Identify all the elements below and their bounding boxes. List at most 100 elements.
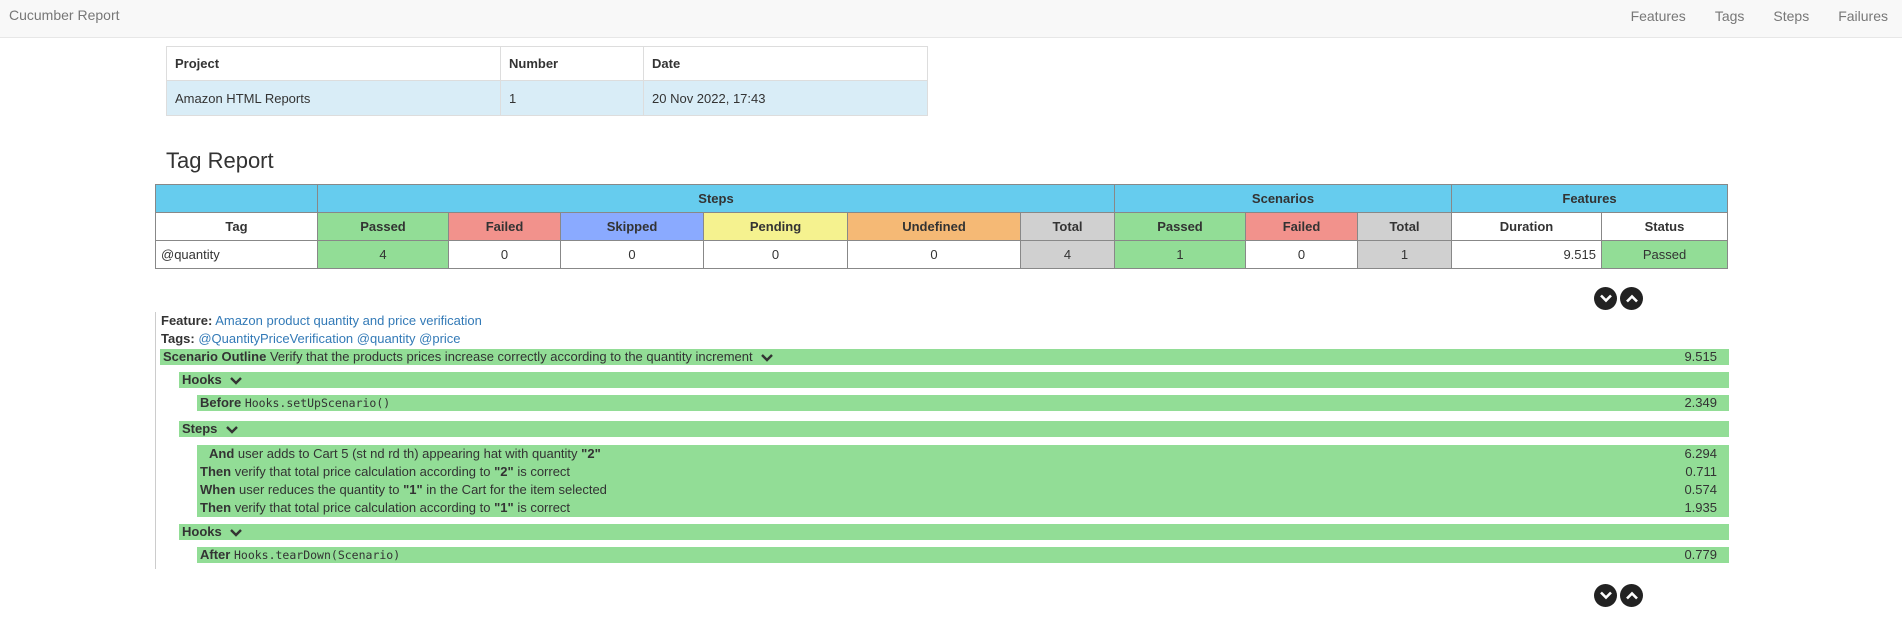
chevron-down-icon[interactable] — [229, 528, 243, 538]
nav-item-features[interactable]: Features — [1616, 0, 1700, 38]
scenario-duration: 9.515 — [1684, 349, 1717, 364]
step-duration: 1.935 — [1684, 500, 1717, 515]
expand-all-button[interactable] — [1594, 584, 1617, 607]
number-value: 1 — [500, 80, 644, 116]
step-duration: 0.574 — [1684, 482, 1717, 497]
steps-toggle[interactable]: Steps — [179, 421, 1729, 437]
tag-link[interactable]: @quantity — [357, 331, 416, 346]
before-hook-row: Before Hooks.setUpScenario() 2.349 — [197, 395, 1729, 411]
feature-label: Feature: — [161, 313, 213, 328]
feature-section: Feature: Amazon product quantity and pri… — [155, 312, 1729, 569]
tag-stats-table: Steps Scenarios Features Tag Passed Fail… — [155, 184, 1728, 269]
brand-title[interactable]: Cucumber Report — [9, 7, 120, 23]
chevron-up-icon — [1625, 294, 1638, 303]
feature-name-link[interactable]: Amazon product quantity and price verifi… — [215, 313, 482, 328]
collapse-all-button[interactable] — [1620, 584, 1643, 607]
list-item: Then verify that total price calculation… — [200, 463, 1729, 481]
expand-collapse-controls-top — [1594, 287, 1643, 310]
steps-skipped-cell: 0 — [560, 240, 704, 269]
tag-link[interactable]: @quantity — [155, 240, 318, 269]
steps-group-header: Steps — [317, 184, 1115, 213]
table-row: @quantity 4 0 0 0 0 4 1 0 1 9.515 Passed — [155, 240, 1728, 269]
nav-item-failures[interactable]: Failures — [1823, 0, 1902, 38]
step-text: verify that total price calculation acco… — [234, 464, 491, 479]
scenarios-passed-cell: 1 — [1114, 240, 1246, 269]
col-scenarios-passed[interactable]: Passed — [1114, 212, 1246, 241]
col-steps-undefined[interactable]: Undefined — [847, 212, 1021, 241]
steps-total-cell: 4 — [1020, 240, 1115, 269]
steps-list: And user adds to Cart 5 (st nd rd th) ap… — [197, 445, 1729, 517]
hooks-after-toggle[interactable]: Hooks — [179, 524, 1729, 540]
project-info-header-row: Project Number Date — [166, 46, 928, 81]
expand-all-button[interactable] — [1594, 287, 1617, 310]
duration-cell: 9.515 — [1451, 240, 1602, 269]
tag-link[interactable]: @QuantityPriceVerification — [198, 331, 353, 346]
after-keyword: After — [200, 547, 231, 562]
status-cell: Passed — [1601, 240, 1728, 269]
step-argument: "1" — [494, 500, 514, 515]
scenarios-failed-cell: 0 — [1245, 240, 1358, 269]
steps-undefined-cell: 0 — [847, 240, 1021, 269]
project-info-row: Amazon HTML Reports 1 20 Nov 2022, 17:43 — [166, 80, 928, 116]
col-scenarios-total[interactable]: Total — [1357, 212, 1452, 241]
step-keyword: Then — [200, 464, 232, 479]
project-header: Project — [166, 46, 501, 81]
step-text: user adds to Cart 5 (st nd rd th) appear… — [237, 446, 578, 461]
step-text-suffix: in the Cart for the item selected — [426, 482, 607, 497]
tag-link[interactable]: @price — [419, 331, 460, 346]
feature-line: Feature: Amazon product quantity and pri… — [161, 313, 482, 328]
tags-label: Tags: — [161, 331, 195, 346]
page-title: Tag Report — [166, 148, 274, 173]
scenario-name: Verify that the products prices increase… — [269, 349, 753, 364]
col-scenarios-failed[interactable]: Failed — [1245, 212, 1358, 241]
col-tag[interactable]: Tag — [155, 212, 318, 241]
col-steps-failed[interactable]: Failed — [448, 212, 561, 241]
step-argument: "1" — [403, 482, 423, 497]
scenario-keyword: Scenario Outline — [163, 349, 267, 364]
hooks-before-toggle[interactable]: Hooks — [179, 372, 1729, 388]
steps-pending-cell: 0 — [703, 240, 848, 269]
steps-failed-cell: 0 — [448, 240, 561, 269]
list-item: When user reduces the quantity to "1" in… — [200, 481, 1729, 499]
chevron-down-icon[interactable] — [760, 353, 774, 363]
col-steps-pending[interactable]: Pending — [703, 212, 848, 241]
step-keyword: And — [209, 446, 235, 461]
expand-collapse-controls-bottom — [1594, 584, 1643, 607]
chevron-down-icon[interactable] — [225, 425, 239, 435]
collapse-all-button[interactable] — [1620, 287, 1643, 310]
step-argument: "2" — [494, 464, 514, 479]
stats-blank-header — [155, 184, 318, 213]
step-text-suffix: is correct — [517, 464, 571, 479]
col-steps-passed[interactable]: Passed — [317, 212, 449, 241]
scenarios-total-cell: 1 — [1357, 240, 1452, 269]
steps-passed-cell: 4 — [317, 240, 449, 269]
navbar: Cucumber Report Features Tags Steps Fail… — [0, 0, 1902, 38]
list-item: Then verify that total price calculation… — [200, 499, 1729, 517]
scenario-header[interactable]: Scenario Outline Verify that the product… — [160, 349, 1729, 365]
step-argument: "2" — [581, 446, 601, 461]
stats-column-header-row: Tag Passed Failed Skipped Pending Undefi… — [155, 212, 1728, 241]
col-status[interactable]: Status — [1601, 212, 1728, 241]
chevron-down-icon[interactable] — [229, 376, 243, 386]
hooks-label: Hooks — [182, 372, 222, 387]
col-duration[interactable]: Duration — [1451, 212, 1602, 241]
nav-item-tags[interactable]: Tags — [1700, 0, 1759, 38]
nav-item-steps[interactable]: Steps — [1758, 0, 1823, 38]
tags-line: Tags: @QuantityPriceVerification @quanti… — [161, 331, 461, 346]
number-header: Number — [500, 46, 644, 81]
features-group-header: Features — [1451, 184, 1728, 213]
before-keyword: Before — [200, 395, 242, 410]
step-duration: 0.711 — [1685, 464, 1717, 479]
step-text-suffix: is correct — [517, 500, 571, 515]
scenarios-group-header: Scenarios — [1114, 184, 1452, 213]
after-hook-row: After Hooks.tearDown(Scenario) 0.779 — [197, 547, 1729, 563]
before-duration: 2.349 — [1684, 395, 1717, 410]
col-steps-skipped[interactable]: Skipped — [560, 212, 704, 241]
before-method: Hooks.setUpScenario() — [244, 396, 391, 410]
step-keyword: Then — [200, 500, 232, 515]
col-steps-total[interactable]: Total — [1020, 212, 1115, 241]
step-duration: 6.294 — [1684, 446, 1717, 461]
chevron-up-icon — [1625, 591, 1638, 600]
chevron-down-icon — [1599, 591, 1612, 600]
after-duration: 0.779 — [1684, 547, 1717, 562]
